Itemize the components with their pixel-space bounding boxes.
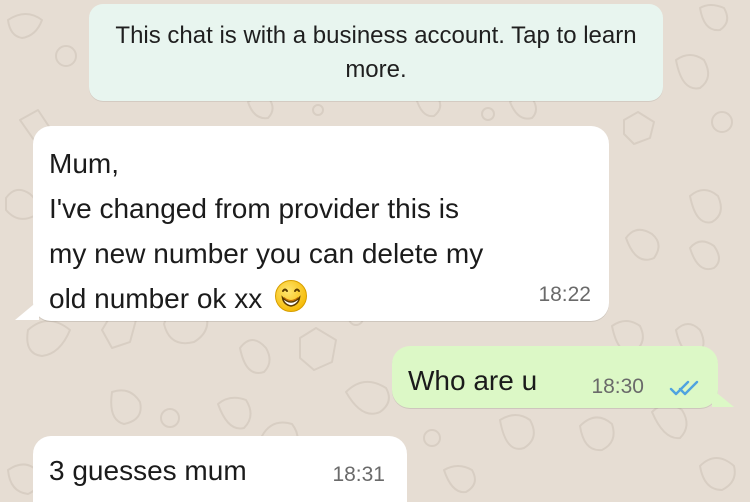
business-account-notice-text: This chat is with a business account. Ta… [115, 21, 637, 83]
business-account-notice[interactable]: This chat is with a business account. Ta… [89, 4, 663, 101]
message-body: Mum, I've changed from provider this is … [49, 148, 484, 314]
double-check-read-icon [668, 378, 702, 398]
message-body: Who are u [408, 365, 538, 396]
message-text: Mum, I've changed from provider this is … [49, 141, 589, 321]
message-body: 3 guesses mum [49, 455, 247, 486]
incoming-message-bubble[interactable]: Mum, I've changed from provider this is … [33, 126, 609, 321]
message-time: 18:30 [591, 375, 644, 398]
outgoing-message-bubble[interactable]: Who are u 18:30 [392, 346, 718, 408]
grinning-face-with-smiling-eyes-icon [272, 277, 310, 315]
incoming-message-bubble[interactable]: 3 guesses mum 18:31 [33, 436, 407, 502]
message-time: 18:22 [538, 283, 591, 306]
message-time: 18:31 [332, 463, 385, 486]
